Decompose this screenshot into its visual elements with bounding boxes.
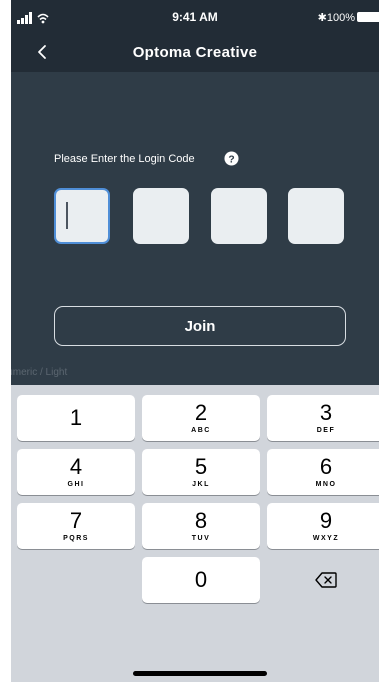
delete-button[interactable] (267, 557, 379, 603)
key-number: 7 (69, 508, 83, 533)
key-letters: WXYZ (312, 535, 340, 542)
battery-label: 100% (326, 12, 355, 24)
key-letters: PQRS (63, 535, 89, 542)
svg-text:?: ? (228, 154, 234, 165)
key-number: 9 (319, 508, 333, 533)
page-title: Optoma Creative (132, 44, 258, 61)
numeric-keyboard: 1 2 ABC 3 DEF 4 GHI 5 JKL 6 MNO 7 PQRS 8… (11, 385, 379, 682)
key-1[interactable]: 1 (17, 395, 135, 441)
key-0[interactable]: 0 (142, 557, 260, 603)
key-number: 6 (319, 454, 333, 479)
code-digit-1[interactable] (54, 188, 110, 244)
keyboard-label: Numeric / Light (11, 367, 68, 378)
question-circle-icon[interactable]: ? (224, 151, 239, 166)
code-digit-3[interactable] (211, 188, 267, 244)
status-bar: 9:41 AM ✱100% (11, 0, 379, 34)
code-digit-2[interactable] (133, 188, 189, 244)
key-number: 8 (194, 508, 208, 533)
bluetooth-icon: ✱ (317, 12, 327, 24)
key-number: 2 (194, 400, 208, 425)
backspace-icon (315, 572, 337, 588)
key-number: 1 (69, 405, 83, 430)
key-letters: MNO (315, 481, 337, 488)
join-label: Join (184, 317, 216, 335)
key-8[interactable]: 8 TUV (142, 503, 260, 549)
key-letters: TUV (191, 535, 211, 542)
key-number: 0 (194, 567, 208, 592)
battery-percentage: ✱100% (318, 11, 355, 24)
join-button[interactable]: Join (54, 306, 346, 346)
text-cursor (66, 202, 68, 229)
key-number: 5 (194, 454, 208, 479)
key-number: 4 (69, 454, 83, 479)
key-7[interactable]: 7 PQRS (17, 503, 135, 549)
key-letters: DEF (316, 427, 336, 434)
key-letters: JKL (192, 481, 210, 488)
key-letters: ABC (191, 427, 211, 434)
key-2[interactable]: 2 ABC (142, 395, 260, 441)
key-4[interactable]: 4 GHI (17, 449, 135, 495)
key-9[interactable]: 9 WXYZ (267, 503, 379, 549)
key-5[interactable]: 5 JKL (142, 449, 260, 495)
navigation-bar: Optoma Creative (11, 34, 379, 72)
home-indicator (133, 671, 267, 676)
code-digit-4[interactable] (288, 188, 344, 244)
app-screen: 9:41 AM ✱100% Optoma Creative Please Ent… (11, 0, 379, 682)
key-number: 3 (319, 400, 333, 425)
login-prompt: Please Enter the Login Code (54, 153, 195, 165)
key-3[interactable]: 3 DEF (267, 395, 379, 441)
battery-icon (357, 12, 379, 22)
key-6[interactable]: 6 MNO (267, 449, 379, 495)
key-letters: GHI (67, 481, 85, 488)
